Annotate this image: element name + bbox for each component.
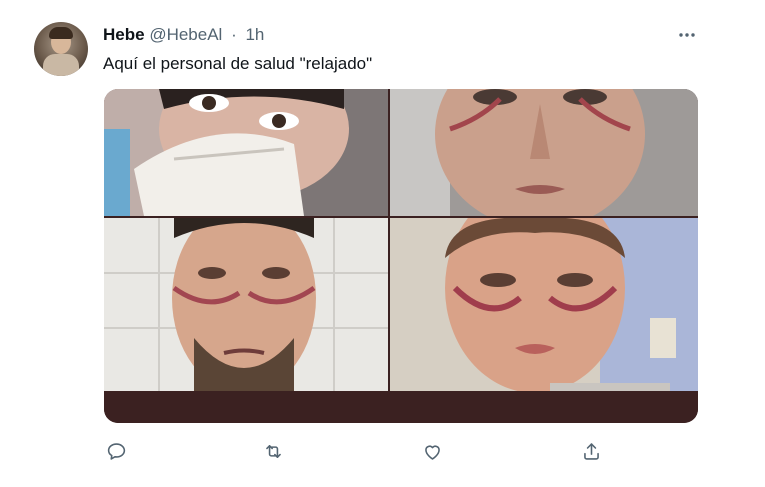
media-grid[interactable] [104, 89, 698, 423]
photo-woman-mask-marks[interactable] [390, 89, 698, 216]
avatar[interactable] [34, 22, 88, 76]
retweet-icon [265, 444, 281, 458]
tweet-actions [103, 438, 623, 464]
tweet-timestamp[interactable]: 1h [245, 25, 264, 44]
share-button[interactable] [578, 438, 604, 464]
author-name[interactable]: Hebe [103, 25, 145, 44]
avatar-hair [49, 27, 73, 39]
avatar-body [43, 54, 79, 76]
header-separator: · [231, 25, 237, 44]
retweet-button[interactable] [260, 438, 286, 464]
more-horizontal-icon [679, 33, 695, 37]
media-bottom-bar [104, 391, 698, 423]
tweet-card[interactable]: Hebe @HebeAl · 1h Aquí el personal de sa… [0, 0, 765, 487]
photo-masked-health-worker[interactable] [104, 89, 388, 216]
tweet-text: Aquí el personal de salud "relajado" [103, 54, 373, 73]
author-handle[interactable]: @HebeAl [149, 25, 222, 44]
tweet-header: Hebe @HebeAl · 1h [103, 24, 264, 46]
like-button[interactable] [419, 438, 445, 464]
photo-man-mask-marks[interactable] [104, 218, 388, 391]
more-options-button[interactable] [676, 24, 698, 46]
reply-button[interactable] [103, 438, 129, 464]
like-heart-icon [424, 444, 440, 460]
reply-icon [107, 442, 125, 460]
photo-young-woman-mask-marks[interactable] [390, 218, 698, 391]
share-icon [583, 442, 599, 460]
